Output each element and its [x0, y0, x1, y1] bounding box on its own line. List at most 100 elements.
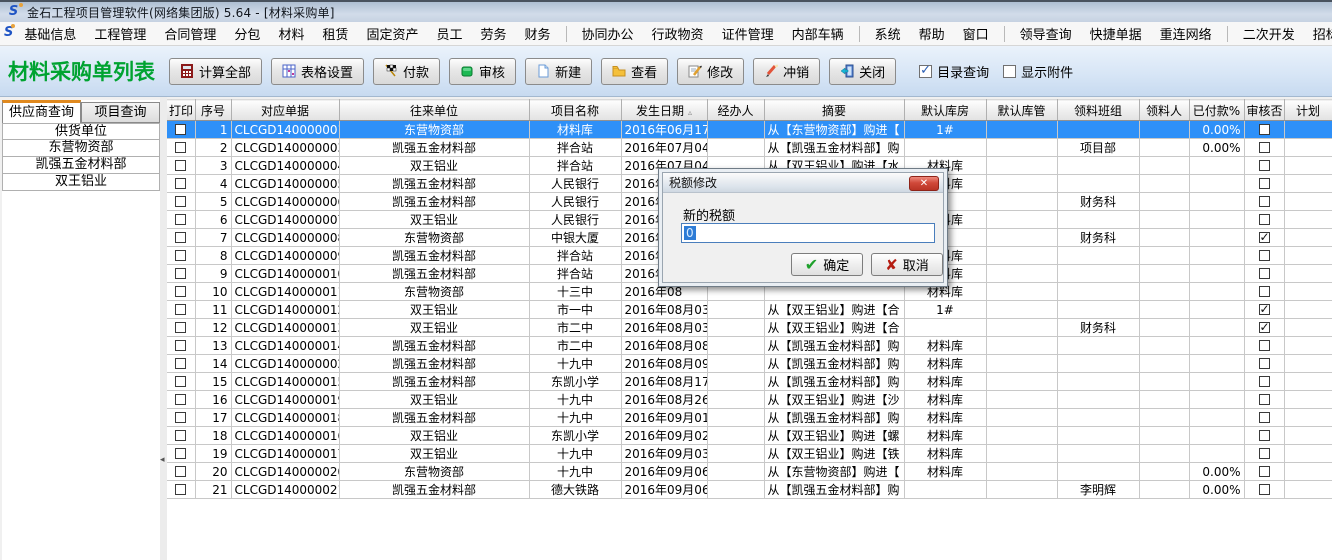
col-header-keeper[interactable]: 默认库管 [986, 100, 1057, 121]
menu-内部车辆[interactable]: 内部车辆 [783, 21, 853, 46]
table-row[interactable]: 19CLCGD140000017双王铝业十九中2016年09月03日从【双王铝业… [167, 445, 1332, 463]
audited-checkbox[interactable] [1259, 448, 1270, 459]
show-attach-checkbox[interactable]: 显示附件 [1003, 62, 1073, 81]
col-header-audited[interactable]: 审核否 [1244, 100, 1284, 121]
print-checkbox[interactable] [175, 214, 186, 225]
col-header-seq[interactable]: 序号 [195, 100, 231, 121]
menu-租赁[interactable]: 租赁 [313, 21, 357, 46]
pay-button[interactable]: 付款 [373, 58, 440, 85]
print-checkbox[interactable] [175, 196, 186, 207]
table-row[interactable]: 13CLCGD140000014凯强五金材料部市二中2016年08月08日从【凯… [167, 337, 1332, 355]
menu-财务[interactable]: 财务 [516, 21, 560, 46]
audited-checkbox[interactable] [1259, 340, 1270, 351]
menu-系统[interactable]: 系统 [866, 21, 910, 46]
col-header-doc[interactable]: 对应单据 [231, 100, 339, 121]
print-checkbox[interactable] [175, 412, 186, 423]
col-header-unit[interactable]: 往来单位 [339, 100, 529, 121]
checkbox-icon[interactable] [919, 65, 932, 78]
table-row[interactable]: 18CLCGD140000016双王铝业东凯小学2016年09月02日从【双王铝… [167, 427, 1332, 445]
col-header-picker[interactable]: 领料人 [1139, 100, 1189, 121]
audited-checkbox[interactable] [1259, 268, 1270, 279]
dir-query-checkbox[interactable]: 目录查询 [919, 62, 989, 81]
col-header-summary[interactable]: 摘要 [764, 100, 904, 121]
cancel-button[interactable]: ✘ 取消 [871, 253, 943, 276]
menu-工程管理[interactable]: 工程管理 [85, 21, 155, 46]
menu-领导查询[interactable]: 领导查询 [1011, 21, 1081, 46]
print-checkbox[interactable] [175, 250, 186, 261]
table-row[interactable]: 11CLCGD140000012双王铝业市一中2016年08月03日从【双王铝业… [167, 301, 1332, 319]
menu-窗口[interactable]: 窗口 [954, 21, 998, 46]
checkbox-icon[interactable] [1003, 65, 1016, 78]
audited-checkbox[interactable] [1259, 214, 1270, 225]
print-checkbox[interactable] [175, 232, 186, 243]
col-header-paid[interactable]: 已付款% [1189, 100, 1244, 121]
col-header-team[interactable]: 领料班组 [1057, 100, 1139, 121]
modify-button[interactable]: 修改 [677, 58, 744, 85]
view-button[interactable]: 查看 [601, 58, 668, 85]
supplier-list-header[interactable]: 供货单位 [3, 123, 159, 140]
table-row[interactable]: 2CLCGD140000003凯强五金材料部拌合站2016年07月04日从【凯强… [167, 139, 1332, 157]
audited-checkbox[interactable] [1259, 466, 1270, 477]
audited-checkbox[interactable] [1259, 358, 1270, 369]
supplier-item[interactable]: 东营物资部 [3, 140, 159, 157]
print-checkbox[interactable] [175, 178, 186, 189]
tab-项目查询[interactable]: 项目查询 [81, 102, 160, 123]
print-checkbox[interactable] [175, 466, 186, 477]
table-settings-button[interactable]: 表格设置 [271, 58, 364, 85]
dialog-close-button[interactable]: ✕ [909, 176, 939, 191]
new-tax-input[interactable]: 0 [681, 223, 935, 243]
tab-供应商查询[interactable]: 供应商查询 [2, 100, 81, 123]
audited-checkbox[interactable] [1259, 484, 1270, 495]
menu-劳务[interactable]: 劳务 [472, 21, 516, 46]
reverse-button[interactable]: 冲销 [753, 58, 820, 85]
audited-checkbox[interactable] [1259, 430, 1270, 441]
supplier-item[interactable]: 双王铝业 [3, 174, 159, 191]
new-button[interactable]: 新建 [525, 58, 592, 85]
print-checkbox[interactable] [175, 394, 186, 405]
table-row[interactable]: 17CLCGD140000018凯强五金材料部十九中2016年09月01日从【凯… [167, 409, 1332, 427]
table-row[interactable]: 14CLCGD140000002凯强五金材料部十九中2016年08月09日从【凯… [167, 355, 1332, 373]
audited-checkbox[interactable] [1259, 376, 1270, 387]
menu-帮助[interactable]: 帮助 [910, 21, 954, 46]
calc-all-button[interactable]: 计算全部 [169, 58, 262, 85]
table-row[interactable]: 21CLCGD140000021凯强五金材料部德大铁路2016年09月06日从【… [167, 481, 1332, 499]
audited-checkbox[interactable] [1259, 178, 1270, 189]
table-row[interactable]: 16CLCGD140000019双王铝业十九中2016年08月26日从【双王铝业… [167, 391, 1332, 409]
audited-checkbox[interactable] [1259, 232, 1270, 243]
print-checkbox[interactable] [175, 124, 186, 135]
table-row[interactable]: 1CLCGD140000001东营物资部材料库2016年06月17日从【东营物资… [167, 121, 1332, 139]
print-checkbox[interactable] [175, 322, 186, 333]
col-header-agent[interactable]: 经办人 [707, 100, 764, 121]
print-checkbox[interactable] [175, 430, 186, 441]
menu-协同办公[interactable]: 协同办公 [573, 21, 643, 46]
audited-checkbox[interactable] [1259, 322, 1270, 333]
supplier-item[interactable]: 凯强五金材料部 [3, 157, 159, 174]
ok-button[interactable]: ✔ 确定 [791, 253, 863, 276]
print-checkbox[interactable] [175, 358, 186, 369]
col-header-print[interactable]: 打印 [167, 100, 195, 121]
col-header-project[interactable]: 项目名称 [529, 100, 621, 121]
menu-二次开发[interactable]: 二次开发 [1234, 21, 1304, 46]
print-checkbox[interactable] [175, 160, 186, 171]
table-row[interactable]: 15CLCGD140000015凯强五金材料部东凯小学2016年08月17日从【… [167, 373, 1332, 391]
table-row[interactable]: 20CLCGD140000020东营物资部十九中2016年09月06日从【东营物… [167, 463, 1332, 481]
audit-button[interactable]: 审核 [449, 58, 516, 85]
menu-材料[interactable]: 材料 [269, 21, 313, 46]
audited-checkbox[interactable] [1259, 304, 1270, 315]
sidebar-splitter[interactable]: ◂ [160, 97, 167, 560]
menu-快捷单据[interactable]: 快捷单据 [1081, 21, 1151, 46]
print-checkbox[interactable] [175, 484, 186, 495]
splitter-collapse-icon[interactable]: ◂ [160, 455, 165, 465]
audited-checkbox[interactable] [1259, 250, 1270, 261]
close-button[interactable]: 关闭 [829, 58, 896, 85]
audited-checkbox[interactable] [1259, 286, 1270, 297]
table-row[interactable]: 12CLCGD140000013双王铝业市二中2016年08月03日从【双王铝业… [167, 319, 1332, 337]
audited-checkbox[interactable] [1259, 412, 1270, 423]
audited-checkbox[interactable] [1259, 394, 1270, 405]
print-checkbox[interactable] [175, 376, 186, 387]
audited-checkbox[interactable] [1259, 124, 1270, 135]
print-checkbox[interactable] [175, 340, 186, 351]
print-checkbox[interactable] [175, 268, 186, 279]
col-header-warehouse[interactable]: 默认库房 [904, 100, 986, 121]
menu-行政物资[interactable]: 行政物资 [643, 21, 713, 46]
